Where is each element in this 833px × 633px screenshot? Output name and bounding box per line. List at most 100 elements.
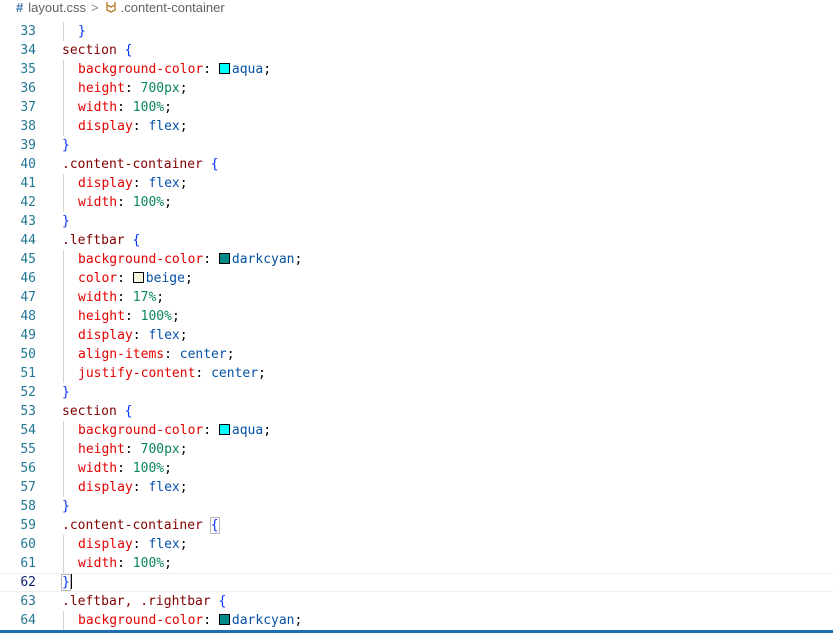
line-code[interactable]: .content-container { bbox=[62, 516, 220, 535]
code-token: ; bbox=[164, 195, 172, 210]
code-token: ; bbox=[179, 119, 188, 134]
code-token: : bbox=[117, 195, 133, 210]
code-line[interactable]: 62} bbox=[0, 573, 833, 592]
code-line[interactable]: 55 height: 700px; bbox=[0, 440, 833, 459]
code-line[interactable]: 34 section { bbox=[0, 41, 833, 60]
breadcrumb-file[interactable]: layout.css bbox=[28, 0, 86, 15]
line-code[interactable]: height: 700px; bbox=[78, 440, 188, 459]
code-token: .content-container bbox=[62, 518, 203, 533]
code-line[interactable]: 50 align-items: center; bbox=[0, 345, 833, 364]
line-number: 49 bbox=[20, 328, 36, 343]
code-token: : bbox=[132, 176, 149, 191]
code-token: ; bbox=[179, 81, 188, 96]
code-line[interactable]: 58} bbox=[0, 497, 833, 516]
code-line[interactable]: 45 background-color: darkcyan; bbox=[0, 250, 833, 269]
code-line[interactable]: 64 background-color: darkcyan; bbox=[0, 611, 833, 630]
line-code[interactable]: background-color: darkcyan; bbox=[78, 611, 302, 630]
line-code[interactable]: display: flex; bbox=[78, 535, 188, 554]
line-code[interactable]: section { bbox=[62, 402, 132, 421]
line-code[interactable]: } bbox=[62, 383, 70, 402]
code-line[interactable]: 40 .content-container { bbox=[0, 155, 833, 174]
code-line[interactable]: 48 height: 100%; bbox=[0, 307, 833, 326]
code-line[interactable]: 33} bbox=[0, 22, 833, 41]
indent-guide bbox=[63, 440, 64, 459]
line-number: 33 bbox=[20, 24, 36, 39]
line-code[interactable]: width: 100%; bbox=[78, 98, 172, 117]
color-swatch[interactable] bbox=[218, 424, 230, 435]
code-line[interactable]: 42 width: 100%; bbox=[0, 193, 833, 212]
line-code[interactable]: height: 100%; bbox=[78, 307, 180, 326]
code-line[interactable]: 60 display: flex; bbox=[0, 535, 833, 554]
code-line[interactable]: 37 width: 100%; bbox=[0, 98, 833, 117]
code-line[interactable]: 43} bbox=[0, 212, 833, 231]
code-line[interactable]: 54 background-color: aqua; bbox=[0, 421, 833, 440]
line-number: 62 bbox=[20, 575, 36, 590]
code-line[interactable]: 36 height: 700px; bbox=[0, 79, 833, 98]
line-code[interactable]: width: 17%; bbox=[78, 288, 164, 307]
line-code[interactable]: display: flex; bbox=[78, 117, 188, 136]
code-line[interactable]: 63 .leftbar, .rightbar { bbox=[0, 592, 833, 611]
line-number: 41 bbox=[20, 176, 36, 191]
line-code[interactable]: } bbox=[62, 497, 70, 516]
line-number: 34 bbox=[20, 43, 36, 58]
line-code[interactable]: background-color: darkcyan; bbox=[78, 250, 302, 269]
code-line[interactable]: 61 width: 100%; bbox=[0, 554, 833, 573]
indent-guide bbox=[63, 307, 64, 326]
code-token: width bbox=[78, 556, 118, 571]
code-token: } bbox=[62, 138, 70, 153]
line-code[interactable]: section { bbox=[62, 41, 132, 60]
line-code[interactable]: } bbox=[61, 574, 72, 591]
color-swatch[interactable] bbox=[218, 63, 230, 74]
code-line[interactable]: 41 display: flex; bbox=[0, 174, 833, 193]
line-code[interactable]: background-color: aqua; bbox=[78, 421, 271, 440]
line-code[interactable]: align-items: center; bbox=[78, 345, 235, 364]
line-code[interactable]: justify-content: center; bbox=[78, 364, 266, 383]
line-number: 38 bbox=[20, 119, 36, 134]
line-code[interactable]: width: 100%; bbox=[78, 459, 172, 478]
line-number: 36 bbox=[20, 81, 36, 96]
code-line[interactable]: 56 width: 100%; bbox=[0, 459, 833, 478]
code-token: : bbox=[195, 366, 212, 381]
line-code[interactable]: width: 100%; bbox=[78, 193, 172, 212]
line-code[interactable]: .content-container { bbox=[62, 155, 219, 174]
code-line[interactable]: 59 .content-container { bbox=[0, 516, 833, 535]
line-number: 58 bbox=[20, 499, 36, 514]
code-token: } bbox=[61, 574, 71, 591]
code-line[interactable]: 44 .leftbar { bbox=[0, 231, 833, 250]
code-token: : bbox=[132, 537, 149, 552]
line-code[interactable]: } bbox=[62, 136, 70, 155]
color-swatch[interactable] bbox=[218, 253, 230, 264]
code-token: ; bbox=[179, 328, 188, 343]
line-code[interactable]: width: 100%; bbox=[78, 554, 172, 573]
color-swatch[interactable] bbox=[132, 272, 144, 283]
code-token: : bbox=[117, 461, 133, 476]
line-number: 50 bbox=[20, 347, 36, 362]
breadcrumb-selector[interactable]: .content-container bbox=[121, 0, 225, 15]
line-code[interactable]: } bbox=[78, 22, 86, 41]
line-code[interactable]: height: 700px; bbox=[78, 79, 188, 98]
code-editor[interactable]: # layout.css > .content-container 33} 34 s… bbox=[0, 0, 833, 633]
line-code[interactable]: color: beige; bbox=[78, 269, 193, 288]
code-line[interactable]: 39} bbox=[0, 136, 833, 155]
code-line[interactable]: 51 justify-content: center; bbox=[0, 364, 833, 383]
line-code[interactable]: .leftbar, .rightbar { bbox=[62, 592, 226, 611]
line-code[interactable]: display: flex; bbox=[78, 174, 188, 193]
line-code[interactable]: display: flex; bbox=[78, 478, 188, 497]
code-line[interactable]: 52} bbox=[0, 383, 833, 402]
code-token: flex bbox=[148, 328, 180, 343]
indent-guide bbox=[63, 98, 64, 117]
line-code[interactable]: background-color: aqua; bbox=[78, 60, 271, 79]
line-code[interactable]: .leftbar { bbox=[62, 231, 140, 250]
code-line[interactable]: 38 display: flex; bbox=[0, 117, 833, 136]
code-line[interactable]: 57 display: flex; bbox=[0, 478, 833, 497]
line-code[interactable]: } bbox=[62, 212, 70, 231]
line-code[interactable]: display: flex; bbox=[78, 326, 188, 345]
color-swatch[interactable] bbox=[218, 614, 230, 625]
code-line[interactable]: 46 color: beige; bbox=[0, 269, 833, 288]
code-line[interactable]: 35 background-color: aqua; bbox=[0, 60, 833, 79]
code-line[interactable]: 53 section { bbox=[0, 402, 833, 421]
line-number: 55 bbox=[20, 442, 36, 457]
code-line[interactable]: 49 display: flex; bbox=[0, 326, 833, 345]
code-line[interactable]: 47 width: 17%; bbox=[0, 288, 833, 307]
line-number: 39 bbox=[20, 138, 36, 153]
